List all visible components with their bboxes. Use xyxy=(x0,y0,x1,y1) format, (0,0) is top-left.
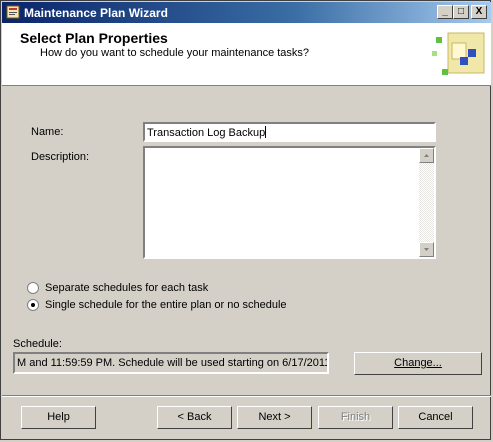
text-caret xyxy=(265,126,267,138)
change-schedule-button[interactable]: Change... xyxy=(354,352,482,375)
schedule-description-value: M and 11:59:59 PM. Schedule will be used… xyxy=(17,357,329,369)
page-title: Select Plan Properties xyxy=(20,30,168,46)
wizard-window: Maintenance Plan Wizard _ □ X Select Pla… xyxy=(0,0,491,440)
next-button[interactable]: Next > xyxy=(237,406,312,429)
help-button[interactable]: Help xyxy=(21,406,96,429)
app-icon xyxy=(6,5,20,19)
scroll-down-button[interactable] xyxy=(419,242,434,257)
close-icon: X xyxy=(475,6,483,17)
minimize-button[interactable]: _ xyxy=(437,5,453,19)
close-button[interactable]: X xyxy=(471,5,487,19)
footer-separator xyxy=(2,395,491,397)
schedule-label: Schedule: xyxy=(13,338,62,350)
chevron-down-icon xyxy=(424,248,429,251)
title-bar[interactable]: Maintenance Plan Wizard _ □ X xyxy=(2,2,491,23)
finish-button[interactable]: Finish xyxy=(318,406,393,429)
radio-separate-schedules[interactable] xyxy=(27,282,39,294)
radio-separate-schedules-label: Separate schedules for each task xyxy=(45,282,209,294)
maximize-icon: □ xyxy=(457,6,465,17)
description-textarea[interactable] xyxy=(143,146,436,259)
radio-single-schedule[interactable] xyxy=(27,299,39,311)
wizard-graphic-icon xyxy=(432,32,485,75)
back-button[interactable]: < Back xyxy=(157,406,232,429)
scroll-up-button[interactable] xyxy=(419,148,434,163)
radio-single-schedule-label: Single schedule for the entire plan or n… xyxy=(45,299,287,311)
name-value: Transaction Log Backup xyxy=(147,127,266,139)
window-title: Maintenance Plan Wizard xyxy=(24,6,168,20)
page-subtitle: How do you want to schedule your mainten… xyxy=(40,47,310,59)
name-label: Name: xyxy=(31,126,64,138)
chevron-up-icon xyxy=(424,154,429,157)
cancel-button[interactable]: Cancel xyxy=(398,406,473,429)
description-label: Description: xyxy=(31,151,90,163)
minimize-icon: _ xyxy=(442,6,448,17)
schedule-description-field: M and 11:59:59 PM. Schedule will be used… xyxy=(13,352,329,374)
maximize-button[interactable]: □ xyxy=(453,5,469,19)
description-scrollbar[interactable] xyxy=(419,148,434,257)
wizard-header: Select Plan Properties How do you want t… xyxy=(2,23,491,86)
name-input[interactable]: Transaction Log Backup xyxy=(143,122,436,142)
radio-selected-dot xyxy=(31,303,35,307)
